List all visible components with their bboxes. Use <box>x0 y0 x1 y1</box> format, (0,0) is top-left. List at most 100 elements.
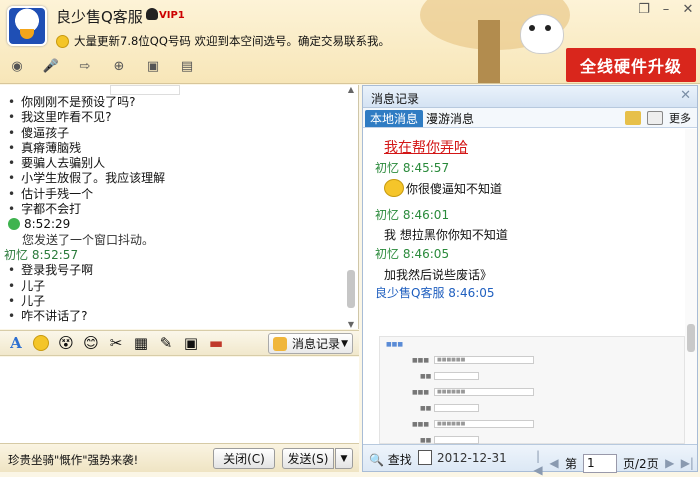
history-footer: 🔍 查找 2012-12-31 |◀ ◀ 第 1 页/2页 ▶ ▶| <box>363 444 697 477</box>
message-line: 儿子 <box>8 294 165 309</box>
bottom-bar: 珍贵坐骑"慨作"强势来袭! 关闭(C) 发送(S) ▼ <box>0 443 359 472</box>
smile-icon <box>56 35 69 48</box>
history-sender: 初忆 8:46:05 <box>375 247 450 261</box>
pager: |◀ ◀ 第 1 页/2页 ▶ ▶| <box>533 449 694 477</box>
history-button-label: 消息记录 <box>292 337 341 351</box>
video-call-icon[interactable]: ◉ <box>4 56 30 76</box>
message-input[interactable] <box>0 357 359 443</box>
vip-badge[interactable]: VIP1 <box>146 8 185 21</box>
chat-transcript: 你刚刚不是预设了吗? 我这里咋看不见? 傻逼孩子 真瘠薄脑残 要骗人去骗别人 小… <box>0 85 359 329</box>
date-field[interactable]: 2012-12-31 <box>437 451 507 465</box>
tab-local-messages[interactable]: 本地消息 <box>365 110 424 127</box>
message-line: 估计手残一个 <box>8 187 165 202</box>
penguin-icon <box>146 8 158 20</box>
display-mode-icon[interactable] <box>625 111 641 125</box>
history-tools: 更多 <box>625 110 691 126</box>
close-button[interactable]: 关闭(C) <box>213 448 275 469</box>
window-controls: ❐ – ✕ <box>636 2 696 17</box>
header-toolbar: ◉ 🎤 ⇨ ⊕ ▣ ▤ <box>4 56 200 76</box>
chevron-down-icon[interactable]: ▼ <box>341 339 348 349</box>
image-thumbnail[interactable] <box>110 85 180 95</box>
title-bar: 良少售Q客服 VIP1 大量更新7.8位QQ号码 欢迎到本空间选号。确定交易联系… <box>0 0 700 84</box>
sticker-icon[interactable]: 😊 <box>81 333 101 353</box>
sender-header: 初忆 8:52:57 <box>4 247 79 262</box>
more-button[interactable]: 更多 <box>669 110 691 126</box>
upgrade-banner[interactable]: 全线硬件升级 <box>566 48 696 82</box>
tab-roaming-messages[interactable]: 漫游消息 <box>421 110 479 127</box>
search-icon: 🔍 <box>369 453 384 467</box>
message-line: 小学生放假了。我应该理解 <box>8 171 165 186</box>
message-list: 你刚刚不是预设了吗? 我这里咋看不见? 傻逼孩子 真瘠薄脑残 要骗人去骗别人 小… <box>4 95 165 324</box>
signature: 大量更新7.8位QQ号码 欢迎到本空间选号。确定交易联系我。 <box>56 33 390 49</box>
last-page-icon[interactable]: ▶| <box>681 456 694 470</box>
restore-button[interactable]: ❐ <box>636 2 652 17</box>
history-scrollbar[interactable] <box>685 129 697 444</box>
history-message: 我 想拉黑你你知不知道 <box>384 228 508 242</box>
message-line: 真瘠薄脑残 <box>8 141 165 156</box>
scroll-down-icon[interactable]: ▼ <box>346 320 356 329</box>
app-menu-icon[interactable]: ▤ <box>174 56 200 76</box>
contact-name: 良少售Q客服 <box>56 8 143 26</box>
history-icon <box>273 336 287 351</box>
invite-icon[interactable]: ⊕ <box>106 56 132 76</box>
voice-call-icon[interactable]: 🎤 <box>38 56 64 76</box>
page-prefix: 第 <box>565 456 578 471</box>
remote-desktop-icon[interactable]: ▣ <box>140 56 166 76</box>
online-icon <box>8 218 20 231</box>
search-button[interactable]: 🔍 查找 <box>369 451 412 468</box>
doodle-icon[interactable]: ✎ <box>156 333 176 353</box>
speaker-icon[interactable] <box>647 111 663 125</box>
history-sender: 初忆 8:45:57 <box>375 161 450 175</box>
message-line: 你刚刚不是预设了吗? <box>8 95 165 110</box>
font-icon[interactable]: A <box>6 333 26 353</box>
screenshot-icon[interactable]: ✂ <box>106 333 126 353</box>
history-tabs: 本地消息 漫游消息 更多 <box>363 108 697 128</box>
scroll-up-icon[interactable]: ▲ <box>346 85 356 94</box>
message-line: 儿子 <box>8 279 165 294</box>
history-panel: 消息记录 ✕ 本地消息 漫游消息 更多 我在帮你弄哈 初忆 8:45:57 你很… <box>362 85 698 477</box>
search-label: 查找 <box>387 453 412 467</box>
screenshot-image[interactable]: ■■■ ■■■ ■■■■■■ ■■ ■■■ ■■■■■■ ■■ ■■■ ■■■■■■ … <box>379 336 685 444</box>
minimize-button[interactable]: – <box>658 2 674 17</box>
dog-decoration <box>520 14 564 54</box>
ad-link[interactable]: 珍贵坐骑"慨作"强势来袭! <box>8 452 138 468</box>
page-total: 页/2页 <box>623 456 659 471</box>
chat-scrollbar[interactable]: ▲ ▼ <box>346 85 356 329</box>
avatar[interactable] <box>7 6 47 46</box>
toolbox-icon[interactable]: ▬ <box>206 333 226 353</box>
magic-emoji-icon[interactable]: 😵 <box>56 333 76 353</box>
timestamp-text: 8:52:29 <box>24 217 71 232</box>
message-history-button[interactable]: 消息记录 ▼ <box>268 333 353 354</box>
message-line: 咋不讲话了? <box>8 309 165 324</box>
history-message: 加我然后说些废话》 <box>384 268 493 282</box>
window-shake-icon[interactable]: ▣ <box>181 333 201 353</box>
message-line: 登录我号子啊 <box>8 263 165 278</box>
emoji-icon <box>384 179 404 197</box>
history-messages: 我在帮你弄哈 初忆 8:45:57 你很傻逼知不知道 初忆 8:46:01 我 … <box>363 129 685 444</box>
calendar-icon[interactable] <box>418 450 432 465</box>
history-message-text: 你很傻逼知不知道 <box>406 182 503 196</box>
send-file-icon[interactable]: ⇨ <box>72 56 98 76</box>
history-message: 我在帮你弄哈 <box>384 140 468 156</box>
prev-page-icon[interactable]: ◀ <box>549 456 559 470</box>
page-input[interactable]: 1 <box>583 453 618 473</box>
image-icon[interactable]: ▦ <box>131 333 151 353</box>
history-title: 消息记录 <box>371 92 420 106</box>
send-options-button[interactable]: ▼ <box>335 448 353 469</box>
send-button[interactable]: 发送(S) <box>282 448 334 469</box>
history-sender: 初忆 8:46:01 <box>375 208 450 222</box>
system-message: 您发送了一个窗口抖动。 <box>22 232 155 247</box>
close-window-button[interactable]: ✕ <box>680 2 696 17</box>
timestamp: 8:52:29 <box>8 217 165 232</box>
next-page-icon[interactable]: ▶ <box>665 456 675 470</box>
scroll-thumb[interactable] <box>347 270 355 308</box>
history-header: 消息记录 ✕ <box>363 86 697 108</box>
vip-label: VIP1 <box>159 10 185 21</box>
emoji-icon[interactable] <box>31 333 51 353</box>
history-message: 你很傻逼知不知道 <box>384 179 502 197</box>
message-line: 要骗人去骗别人 <box>8 156 165 171</box>
close-icon[interactable]: ✕ <box>680 88 691 103</box>
history-sender: 良少售Q客服 8:46:05 <box>375 286 495 300</box>
first-page-icon[interactable]: |◀ <box>533 449 543 477</box>
scroll-thumb[interactable] <box>687 324 695 352</box>
